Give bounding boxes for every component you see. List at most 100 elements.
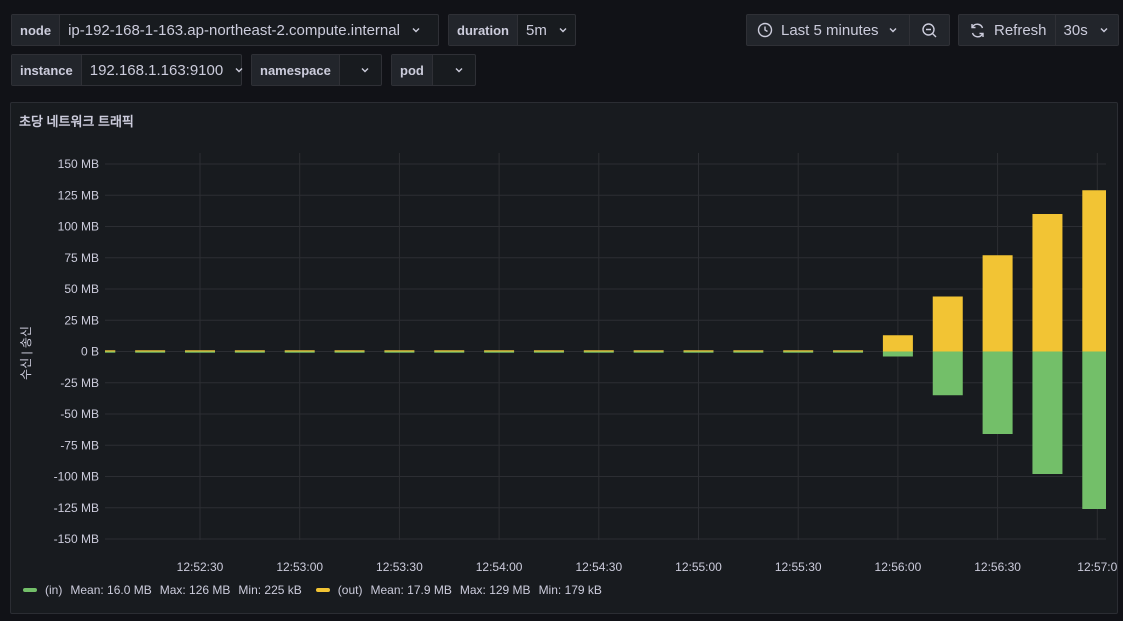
bar-in[interactable] [932,351,963,396]
network-traffic-panel: 초당 네트워크 트래픽 150 MB 125 MB 100 MB 75 MB 50 MB… [10,102,1118,614]
variable-duration-label: duration [449,15,518,45]
chevron-down-icon [361,68,369,73]
bar-out[interactable] [434,350,465,352]
namespace-select[interactable] [340,55,381,85]
chevron-down-icon [559,28,567,33]
bar-out[interactable] [783,350,814,352]
bar-in[interactable] [733,351,764,353]
y-tick-label: 150 MB [58,157,99,171]
variable-node-label: node [12,15,61,45]
bar-in[interactable] [583,351,614,353]
bar-out[interactable] [334,350,365,352]
refresh-icon [971,23,984,37]
bar-out[interactable] [533,350,564,352]
bar-in[interactable] [105,351,116,353]
legend-item-in[interactable]: (in) Mean: 16.0 MB Max: 126 MB Min: 225 … [23,583,302,597]
bar-in[interactable] [982,351,1013,435]
bar-in[interactable] [533,351,564,353]
bar-in[interactable] [384,351,415,353]
chart-legend: (in) Mean: 16.0 MB Max: 126 MB Min: 225 … [23,583,602,597]
bar-in[interactable] [783,351,814,353]
variable-namespace-label: namespace [252,55,340,85]
refresh-interval-select[interactable]: 30s [1056,15,1118,45]
bar-out[interactable] [284,350,315,352]
bar-in[interactable] [1082,351,1106,510]
time-range-button[interactable]: Last 5 minutes [747,15,910,45]
bar-in[interactable] [1032,351,1063,475]
bar-in[interactable] [683,351,714,353]
duration-select[interactable]: 5m [518,15,579,45]
zoom-out-icon [922,22,937,37]
legend-item-out[interactable]: (out) Mean: 17.9 MB Max: 129 MB Min: 179… [315,583,602,597]
bar-out[interactable] [733,350,764,352]
bar-in[interactable] [484,351,515,353]
x-tick-label: 12:54:00 [476,560,523,573]
bar-in[interactable] [833,351,864,353]
legend-out-name: (out) [337,583,363,597]
x-tick-label: 12:52:30 [177,560,224,573]
bar-in[interactable] [334,351,365,353]
chevron-down-icon [235,68,243,73]
y-tick-label: -100 MB [54,470,99,484]
x-tick-label: 12:53:30 [376,560,423,573]
bar-out[interactable] [105,350,116,352]
y-axis-label: 수신 | 송신 [19,326,33,380]
bar-out[interactable] [1032,214,1063,352]
bar-in[interactable] [434,351,465,353]
variable-instance: instance 192.168.1.163:9100 [11,54,243,86]
refresh-interval-value: 30s [1063,21,1088,39]
legend-in-min: Min: 225 kB [238,583,302,597]
bar-out[interactable] [882,335,913,352]
legend-in-name: (in) [45,583,63,597]
zoom-out-button[interactable] [910,15,949,45]
chevron-down-icon [1100,28,1108,33]
bar-out[interactable] [982,255,1013,352]
y-tick-label: 125 MB [58,188,99,202]
bar-out[interactable] [384,350,415,352]
time-picker: Last 5 minutes [746,14,950,46]
variable-duration: duration 5m [448,14,576,46]
node-select[interactable]: ip-192-168-1-163.ap-northeast-2.compute.… [60,15,432,45]
chevron-down-icon [412,28,420,33]
x-tick-label: 12:56:30 [974,560,1021,573]
bar-out[interactable] [234,350,265,352]
bar-out[interactable] [932,296,963,352]
bar-out[interactable] [633,350,664,352]
bar-in[interactable] [284,351,315,353]
chart-bars [105,190,1106,509]
bar-in[interactable] [185,351,215,353]
refresh-button[interactable]: Refresh [959,15,1056,45]
clock-icon [757,22,773,38]
legend-in-max: Max: 126 MB [159,583,231,597]
x-axis: 12:52:30 12:53:00 12:53:30 12:54:00 12:54:30… [177,560,1117,573]
y-tick-label: -75 MB [60,438,99,452]
legend-swatch-out [315,588,330,592]
x-tick-label: 12:55:30 [775,560,822,573]
legend-swatch-in [23,588,37,592]
bar-in[interactable] [135,351,166,353]
instance-select[interactable]: 192.168.1.163:9100 [82,55,255,85]
y-tick-label: 0 B [81,345,99,359]
instance-select-value: 192.168.1.163:9100 [89,61,224,79]
chevron-down-icon [889,28,897,33]
legend-in-mean: Mean: 16.0 MB [70,583,152,597]
bar-in[interactable] [633,351,664,353]
bar-out[interactable] [683,350,714,352]
bar-out[interactable] [484,350,515,352]
bar-out[interactable] [185,350,215,352]
bar-in[interactable] [234,351,265,353]
y-tick-label: -125 MB [54,501,99,515]
legend-out-mean: Mean: 17.9 MB [370,583,452,597]
bar-out[interactable] [583,350,614,352]
bar-out[interactable] [833,350,864,352]
bar-in[interactable] [882,351,913,357]
bar-out[interactable] [1082,190,1106,352]
time-range-label: Last 5 minutes [781,21,879,39]
y-axis: 150 MB 125 MB 100 MB 75 MB 50 MB 25 MB 0 B -25 … [54,157,99,546]
network-traffic-chart: 150 MB 125 MB 100 MB 75 MB 50 MB 25 MB 0 B -25 … [19,153,1117,573]
bar-out[interactable] [135,350,166,352]
y-tick-label: 100 MB [58,220,99,234]
y-tick-label: -150 MB [54,532,99,546]
chevron-down-icon [455,68,463,73]
pod-select[interactable] [433,55,475,85]
